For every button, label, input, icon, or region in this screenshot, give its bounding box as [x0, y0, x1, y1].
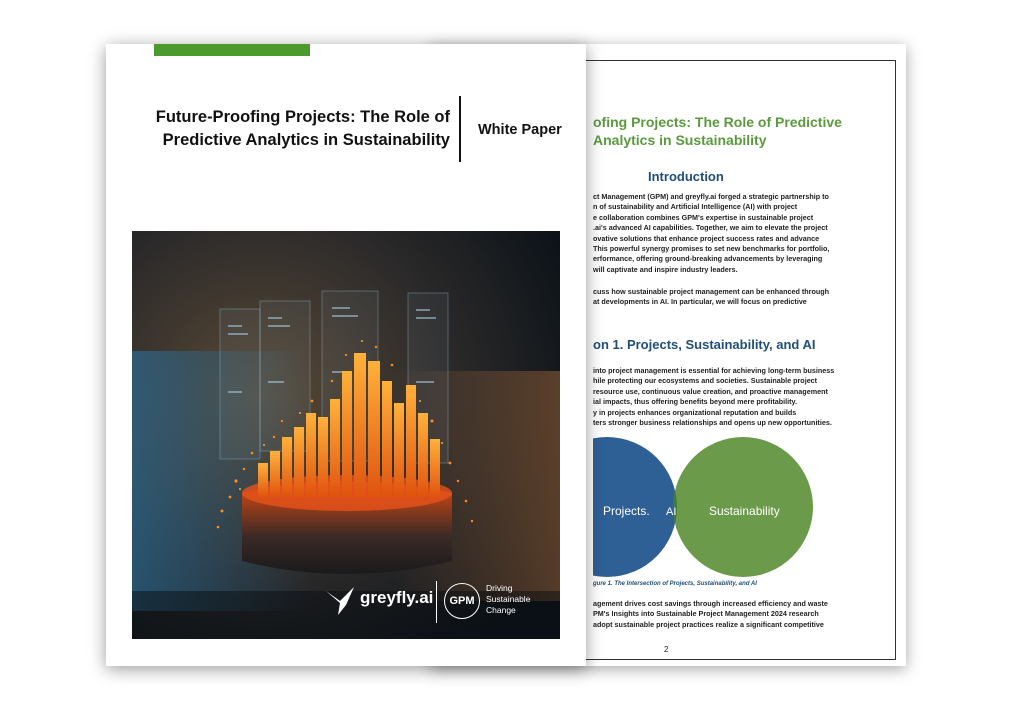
gpm-tagline: Driving Sustainable Change — [486, 583, 531, 615]
partner-logos: greyfly.ai GPM Driving Sustainable Chang… — [324, 581, 554, 623]
document-type-label: White Paper — [478, 122, 562, 138]
introduction-heading: Introduction — [648, 169, 724, 184]
back-page-title: ofing Projects: The Role of Predictive A… — [593, 114, 842, 148]
venn-label-ai: AI — [666, 506, 676, 518]
intro-paragraph-2: cuss how sustainable project management … — [593, 287, 830, 307]
front-cover-page: Future-Proofing Projects: The Role of Pr… — [106, 44, 586, 666]
figure-caption: gure 1. The Intersection of Projects, Su… — [593, 581, 757, 587]
logo-separator — [436, 581, 437, 623]
accent-bar — [154, 44, 310, 56]
cover-title: Future-Proofing Projects: The Role of Pr… — [155, 108, 450, 149]
greyfly-logo-text: greyfly.ai — [360, 588, 434, 607]
intro-paragraph: ct Management (GPM) and greyfly.ai forge… — [593, 192, 830, 274]
venn-label-sustainability: Sustainability — [709, 504, 780, 518]
cover-image: greyfly.ai GPM Driving Sustainable Chang… — [132, 231, 560, 639]
section-1-heading: on 1. Projects, Sustainability, and AI — [593, 337, 816, 352]
venn-label-projects: Projects. — [603, 504, 650, 518]
greyfly-bird-icon — [326, 587, 354, 615]
gpm-logo: GPM — [444, 583, 480, 619]
venn-diagram: Projects. AI Sustainability — [593, 437, 813, 577]
page-number: 2 — [664, 645, 669, 654]
data-visualization-illustration — [132, 231, 560, 639]
section-1-paragraph: into project management is essential for… — [593, 366, 835, 428]
closing-paragraph: agement drives cost savings through incr… — [593, 599, 828, 629]
title-divider — [459, 96, 461, 162]
